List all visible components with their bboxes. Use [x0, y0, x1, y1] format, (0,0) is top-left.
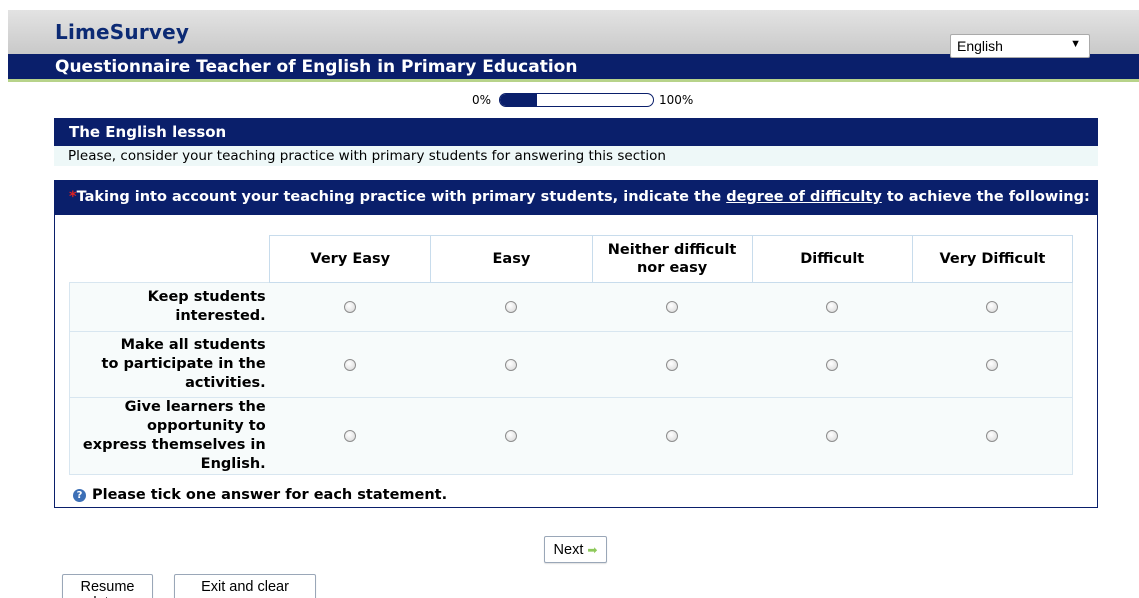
column-header: Very Difficult [911, 235, 1074, 283]
group-description: Please, consider your teaching practice … [54, 146, 1098, 166]
table-row: Make all students to participate in the … [68, 331, 1074, 398]
column-header: Difficult [751, 235, 913, 283]
table-row: Give learners the opportunity to express… [68, 397, 1074, 475]
progress-max-label: 100% [659, 93, 694, 107]
radio-button[interactable] [666, 358, 679, 371]
radio-button[interactable] [986, 358, 999, 371]
resume-later-button[interactable]: Resume later [62, 574, 153, 598]
radio-cell[interactable] [752, 282, 913, 332]
radio-button[interactable] [826, 430, 839, 442]
radio-cell[interactable] [912, 331, 1074, 398]
progress-min-label: 0% [472, 93, 492, 107]
dropdown-arrow-icon: ▼ [1070, 38, 1081, 50]
radio-cell[interactable] [430, 331, 592, 398]
radio-button[interactable] [986, 301, 999, 313]
question-text: *Taking into account your teaching pract… [55, 181, 1097, 215]
question-text-underlined: degree of difficulty [726, 189, 882, 205]
radio-cell[interactable] [269, 397, 431, 475]
radio-cell[interactable] [269, 331, 431, 398]
radio-button[interactable] [826, 358, 839, 371]
radio-cell[interactable] [269, 282, 431, 332]
help-icon: ? [73, 488, 86, 502]
row-label: Give learners the opportunity to express… [68, 397, 270, 475]
progress-bar [499, 93, 654, 107]
radio-cell[interactable] [592, 282, 753, 332]
radio-cell[interactable] [912, 397, 1074, 475]
table-row: Keep students interested. [68, 282, 1074, 332]
radio-cell[interactable] [430, 282, 592, 332]
row-label: Keep students interested. [68, 282, 270, 332]
help-text: Please tick one answer for each statemen… [92, 487, 448, 503]
radio-cell[interactable] [592, 331, 753, 398]
matrix-corner [70, 236, 270, 283]
question-container: *Taking into account your teaching pract… [54, 180, 1098, 508]
progress-fill [500, 94, 537, 106]
survey-title: Questionnaire Teacher of English in Prim… [55, 57, 578, 77]
language-selected: English [957, 38, 1003, 54]
radio-button[interactable] [505, 358, 518, 371]
radio-cell[interactable] [430, 397, 592, 475]
question-text-after: to achieve the following: [881, 189, 1090, 205]
radio-cell[interactable] [912, 282, 1074, 332]
radio-cell[interactable] [592, 397, 753, 475]
radio-button[interactable] [344, 430, 357, 442]
next-button-label: Next [553, 541, 584, 558]
exit-clear-survey-button[interactable]: Exit and clear survey [174, 574, 316, 598]
language-select[interactable]: English ▼ [950, 34, 1090, 58]
radio-button[interactable] [826, 301, 839, 313]
radio-button[interactable] [505, 301, 518, 313]
next-arrow-icon: ➡ [587, 542, 598, 557]
answer-matrix: Very Easy Easy Neither difficult nor eas… [68, 235, 1074, 475]
next-button[interactable]: Next ➡ [544, 536, 607, 563]
radio-cell[interactable] [752, 331, 913, 398]
radio-button[interactable] [344, 301, 357, 313]
required-asterisk: * [69, 189, 77, 205]
radio-cell[interactable] [752, 397, 913, 475]
radio-button[interactable] [666, 301, 679, 313]
radio-button[interactable] [666, 430, 679, 442]
group-title: The English lesson [54, 118, 1098, 146]
row-label: Make all students to participate in the … [68, 331, 270, 398]
radio-button[interactable] [344, 358, 357, 371]
column-header: Easy [430, 235, 593, 283]
radio-button[interactable] [505, 430, 518, 442]
question-text-before: Taking into account your teaching practi… [76, 189, 727, 205]
column-header: Very Easy [269, 235, 432, 283]
app-brand: LimeSurvey [55, 20, 190, 44]
radio-button[interactable] [986, 430, 999, 442]
column-header: Neither difficult nor easy [591, 235, 753, 283]
question-help: ? Please tick one answer for each statem… [73, 487, 447, 503]
